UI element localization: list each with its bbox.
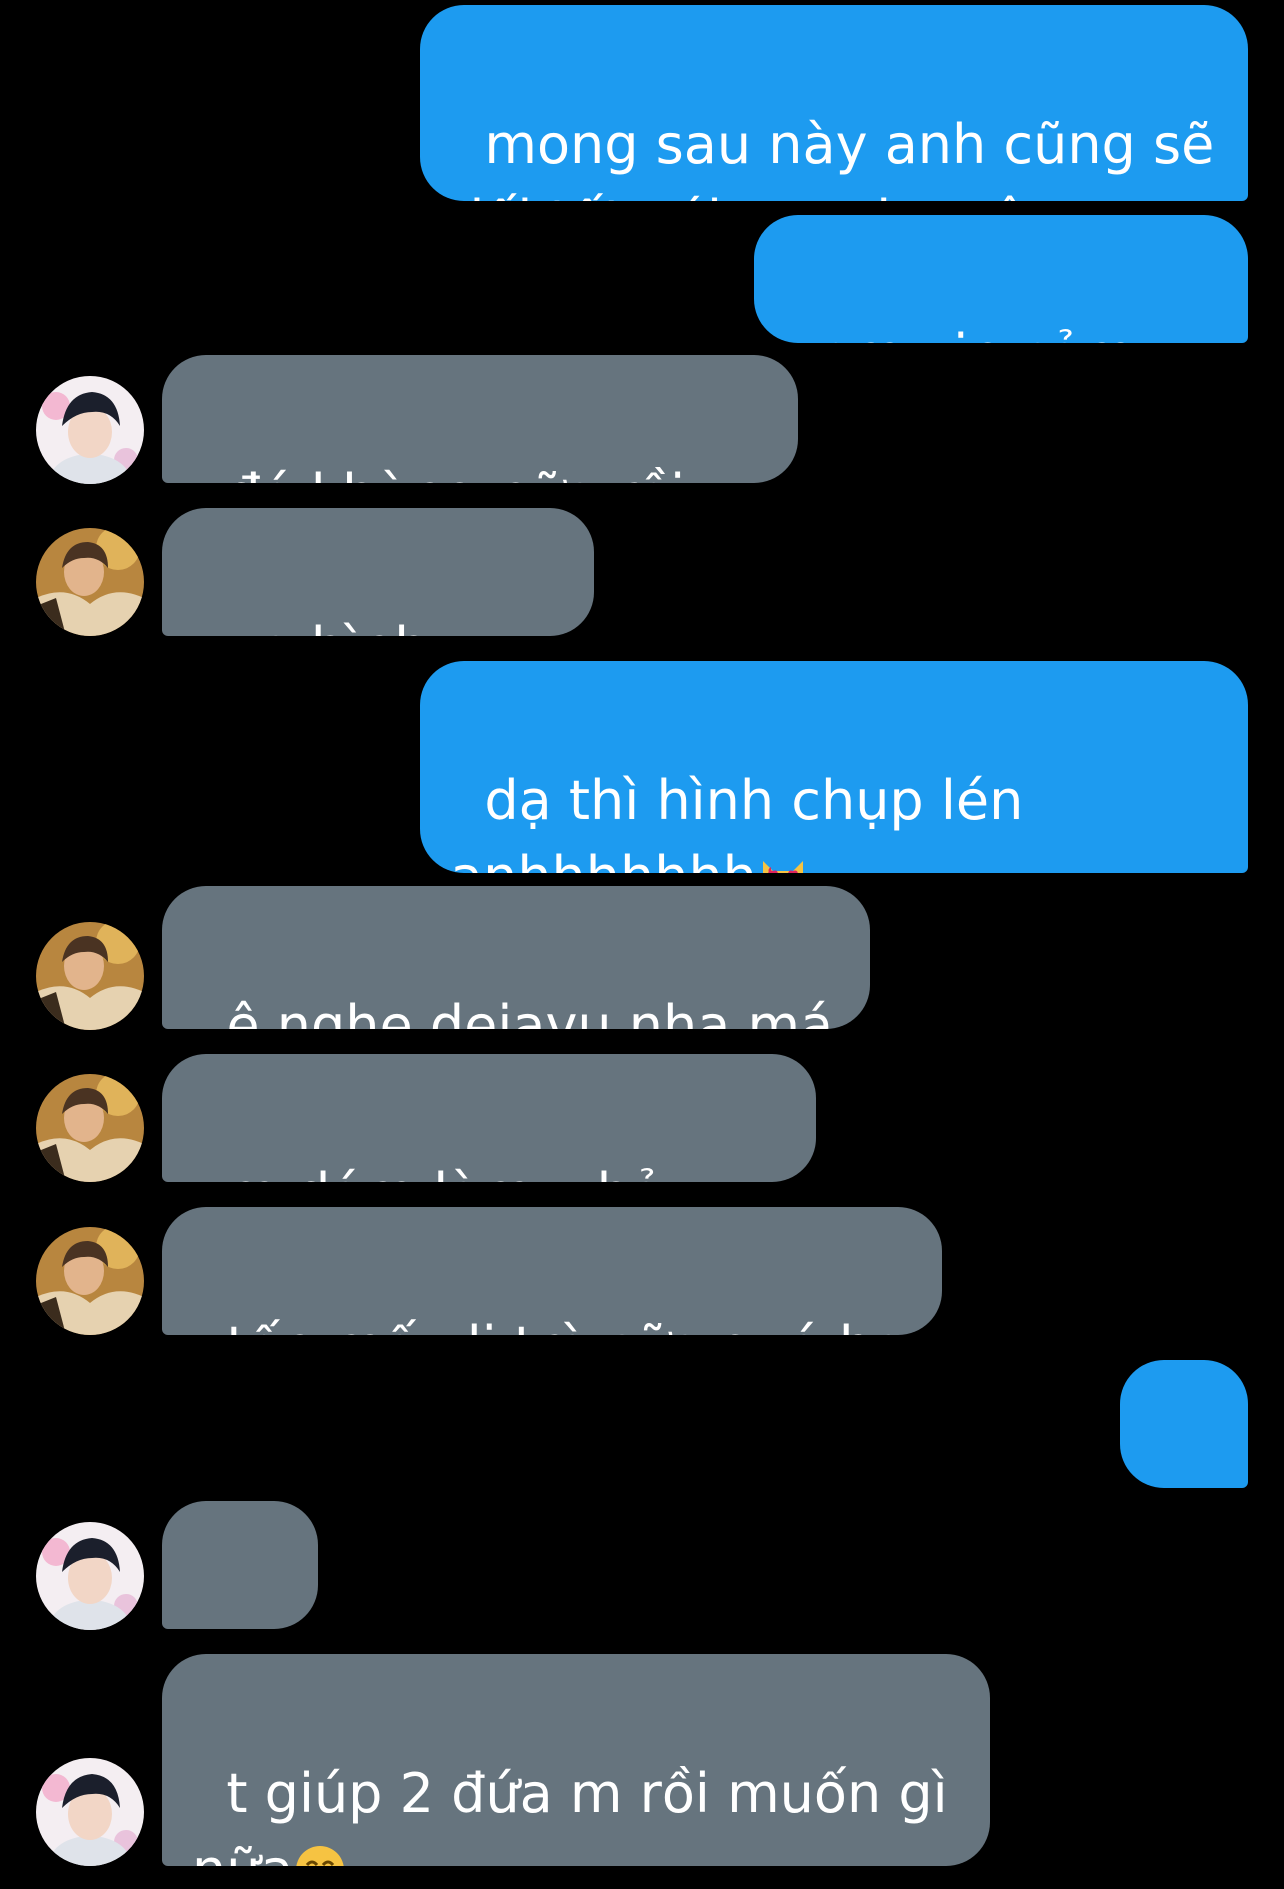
avatar-white-background-icon — [36, 1758, 144, 1866]
message-bubble-incoming[interactable]: tốn mấy li trà sữa quá ba ơi — [162, 1207, 942, 1335]
message-bubble-outgoing[interactable]: em xin cảm ơn ạ — [754, 215, 1248, 343]
message-bubble-incoming[interactable]: ụa hình zì???? — [162, 508, 594, 636]
message-text: đó khùng nữa rồi đó:) — [192, 463, 702, 483]
avatar-warm-background-icon — [36, 528, 144, 636]
message-text: ụa hình zì???? — [192, 616, 446, 636]
contact-avatar[interactable] — [36, 922, 144, 1030]
heart-eyes-cat-emoji-icon — [757, 851, 809, 873]
message-bubble-outgoing[interactable]: :)? — [1120, 1360, 1248, 1488]
avatar-warm-background-icon — [36, 922, 144, 1030]
contact-avatar[interactable] — [36, 376, 144, 484]
contact-avatar[interactable] — [36, 1522, 144, 1630]
message-bubble-incoming[interactable]: t giúp 2 đứa m rồi muốn gì nữa — [162, 1654, 990, 1866]
avatar-warm-background-icon — [36, 1074, 144, 1182]
message-bubble-incoming[interactable]: ê nghe dejavu nha má — [162, 886, 870, 1029]
message-bubble-outgoing[interactable]: dạ thì hình chụp lén anhhhhhhh — [420, 661, 1248, 873]
message-text: em xin cảm ơn ạ — [784, 323, 1152, 343]
message-text: m dám làm z hả wonie — [192, 1162, 681, 1182]
contact-avatar[interactable] — [36, 1227, 144, 1335]
message-text: ê nghe dejavu nha má — [226, 994, 834, 1029]
avatar-white-background-icon — [36, 376, 144, 484]
message-text: mong sau này anh cũng sẽ đối tốt với em … — [450, 113, 1215, 201]
contact-avatar[interactable] — [36, 1758, 144, 1866]
message-bubble-incoming[interactable]: đó khùng nữa rồi đó:) — [162, 355, 798, 483]
avatar-warm-background-icon — [36, 1227, 144, 1335]
message-text: dạ thì hình chụp lén anhhhhhhh — [450, 769, 1024, 873]
message-bubble-incoming[interactable]: m dám làm z hả wonie — [162, 1054, 816, 1182]
avatar-white-background-icon — [36, 1522, 144, 1630]
contact-avatar[interactable] — [36, 528, 144, 636]
message-bubble-incoming[interactable]: hjhj — [162, 1501, 318, 1629]
contact-avatar[interactable] — [36, 1074, 144, 1182]
smiling-face-emoji-icon — [294, 1844, 346, 1866]
message-text: tốn mấy li trà sữa quá ba ơi — [192, 1315, 923, 1335]
message-bubble-outgoing[interactable]: mong sau này anh cũng sẽ đối tốt với em … — [420, 5, 1248, 201]
